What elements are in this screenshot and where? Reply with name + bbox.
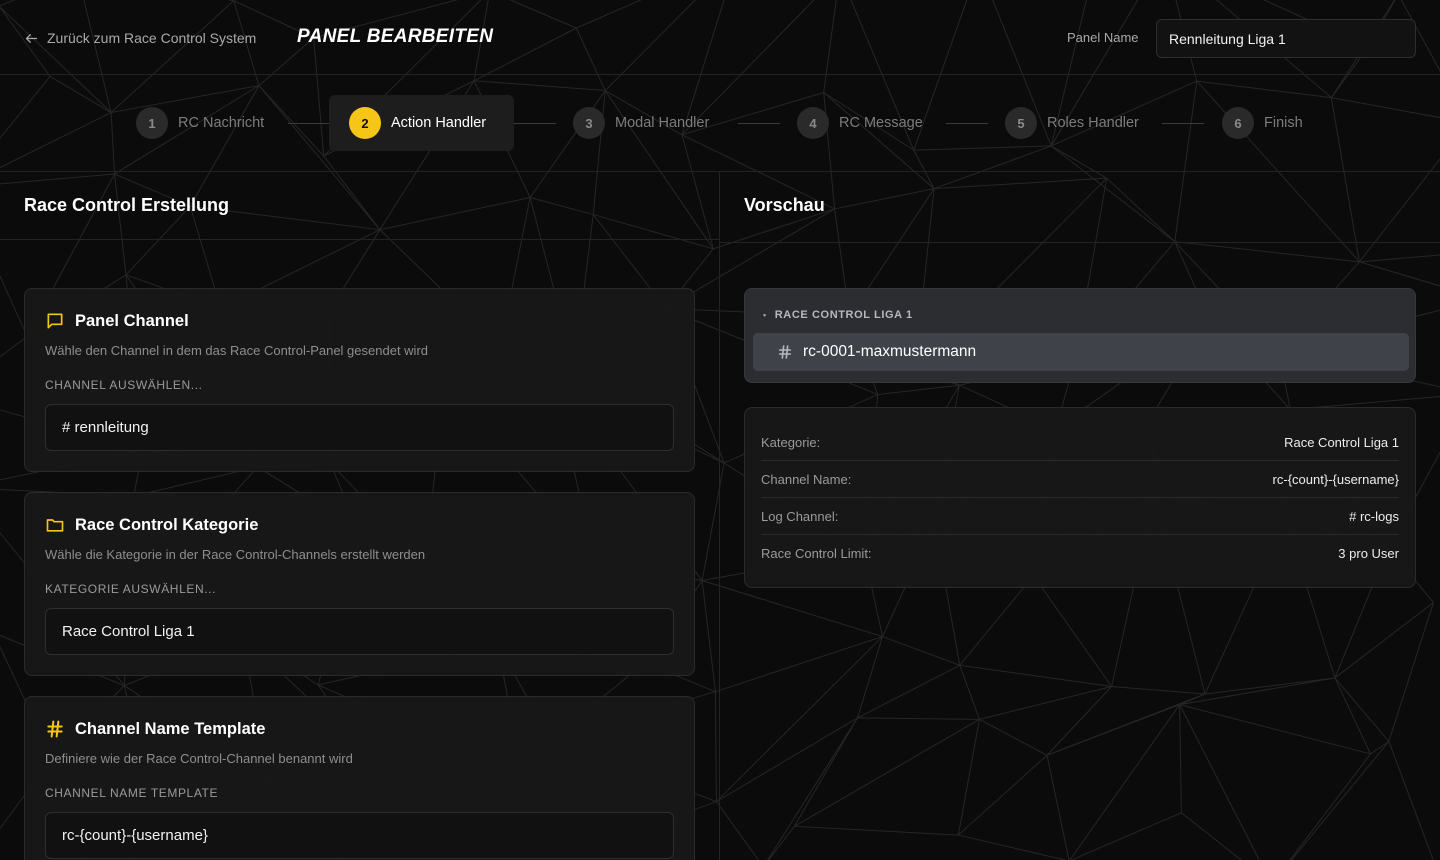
arrow-left-icon xyxy=(25,33,38,43)
step-progress: 1 RC Nachricht 2 Action Handler 3 Modal … xyxy=(0,75,1440,172)
card-field-label: CHANNEL AUSWÄHLEN... xyxy=(45,378,203,392)
step-finish[interactable]: 6 Finish xyxy=(1202,95,1323,151)
step-number: 6 xyxy=(1222,107,1254,139)
back-link-label: Zurück zum Race Control System xyxy=(47,30,257,46)
preview-category-name: RACE CONTROL LIGA 1 xyxy=(774,309,913,321)
step-connector xyxy=(288,123,330,124)
discord-channel-preview: • RACE CONTROL LIGA 1 rc-0001-maxmusterm… xyxy=(744,288,1416,383)
summary-value: Race Control Liga 1 xyxy=(1284,434,1399,450)
preview-channel-name: rc-0001-maxmustermann xyxy=(803,343,977,360)
select-value: Race Control Liga 1 xyxy=(62,623,195,640)
summary-key: Race Control Limit: xyxy=(761,546,872,561)
card-title: Race Control Kategorie xyxy=(75,515,259,534)
card-title: Panel Channel xyxy=(75,311,189,330)
summary-value: # rc-logs xyxy=(1349,508,1399,524)
step-roles-handler[interactable]: 5 Roles Handler xyxy=(985,95,1159,151)
summary-value: 3 pro User xyxy=(1338,546,1399,561)
step-number: 4 xyxy=(797,107,829,139)
page-title: PANEL BEARBEITEN xyxy=(297,26,494,47)
step-number: 5 xyxy=(1005,107,1037,139)
summary-key: Kategorie: xyxy=(761,434,821,450)
folder-icon xyxy=(46,519,64,532)
step-rc-message[interactable]: 4 RC Message xyxy=(777,95,943,151)
panel-name-input[interactable] xyxy=(1156,19,1416,58)
panel-name-label: Panel Name xyxy=(1067,30,1139,45)
summary-row: Kategorie: Race Control Liga 1 xyxy=(761,424,1399,461)
section-divider xyxy=(0,239,719,240)
card-description: Wähle die Kategorie in der Race Control-… xyxy=(45,547,426,562)
column-divider xyxy=(719,172,720,860)
card-field-label: CHANNEL NAME TEMPLATE xyxy=(45,786,219,800)
hash-icon xyxy=(778,345,792,359)
step-number: 1 xyxy=(136,107,168,139)
step-connector xyxy=(946,123,988,124)
back-link[interactable]: Zurück zum Race Control System xyxy=(24,28,256,48)
card-description: Definiere wie der Race Control-Channel b… xyxy=(45,751,353,766)
summary-row: Log Channel: # rc-logs xyxy=(761,498,1399,535)
card-title: Channel Name Template xyxy=(75,719,266,738)
step-label: Finish xyxy=(1264,115,1303,131)
step-modal-handler[interactable]: 3 Modal Handler xyxy=(553,95,729,151)
card-field-label: KATEGORIE AUSWÄHLEN... xyxy=(45,582,217,596)
step-label: Modal Handler xyxy=(615,115,710,131)
step-connector xyxy=(738,123,780,124)
channel-name-template-input[interactable]: rc-{count}-{username} xyxy=(45,812,674,859)
category-select[interactable]: Race Control Liga 1 xyxy=(45,608,674,655)
summary-value: rc-{count}-{username} xyxy=(1272,471,1399,487)
step-connector xyxy=(1162,123,1204,124)
input-value: rc-{count}-{username} xyxy=(62,827,208,844)
step-number: 2 xyxy=(349,107,381,139)
preview-channel-row[interactable]: rc-0001-maxmustermann xyxy=(753,333,1409,371)
panel-channel-card: Panel Channel Wähle den Channel in dem d… xyxy=(24,288,695,472)
preview-settings-summary: Kategorie: Race Control Liga 1 Channel N… xyxy=(744,407,1416,588)
collapse-caret-icon: • xyxy=(763,310,767,320)
section-divider xyxy=(720,242,1440,243)
message-square-icon xyxy=(47,313,63,329)
step-rc-nachricht[interactable]: 1 RC Nachricht xyxy=(116,95,284,151)
step-label: Roles Handler xyxy=(1047,115,1139,131)
step-number: 3 xyxy=(573,107,605,139)
preview-category: • RACE CONTROL LIGA 1 xyxy=(763,309,913,321)
left-section-title: Race Control Erstellung xyxy=(24,195,230,215)
select-value: # rennleitung xyxy=(62,419,149,436)
header-bar: Zurück zum Race Control System PANEL BEA… xyxy=(0,0,1440,75)
step-connector xyxy=(514,123,556,124)
step-action-handler[interactable]: 2 Action Handler xyxy=(329,95,514,151)
summary-row: Channel Name: rc-{count}-{username} xyxy=(761,461,1399,498)
channel-name-template-card: Channel Name Template Definiere wie der … xyxy=(24,696,695,860)
card-description: Wähle den Channel in dem das Race Contro… xyxy=(45,343,428,358)
panel-channel-select[interactable]: # rennleitung xyxy=(45,404,674,451)
summary-row: Race Control Limit: 3 pro User xyxy=(761,535,1399,572)
category-card: Race Control Kategorie Wähle die Kategor… xyxy=(24,492,695,676)
summary-key: Log Channel: xyxy=(761,508,839,524)
hash-icon xyxy=(47,720,63,738)
step-label: RC Message xyxy=(839,115,923,131)
step-label: Action Handler xyxy=(391,115,487,131)
summary-key: Channel Name: xyxy=(761,471,852,487)
step-label: RC Nachricht xyxy=(178,115,265,131)
preview-title: Vorschau xyxy=(744,195,825,215)
